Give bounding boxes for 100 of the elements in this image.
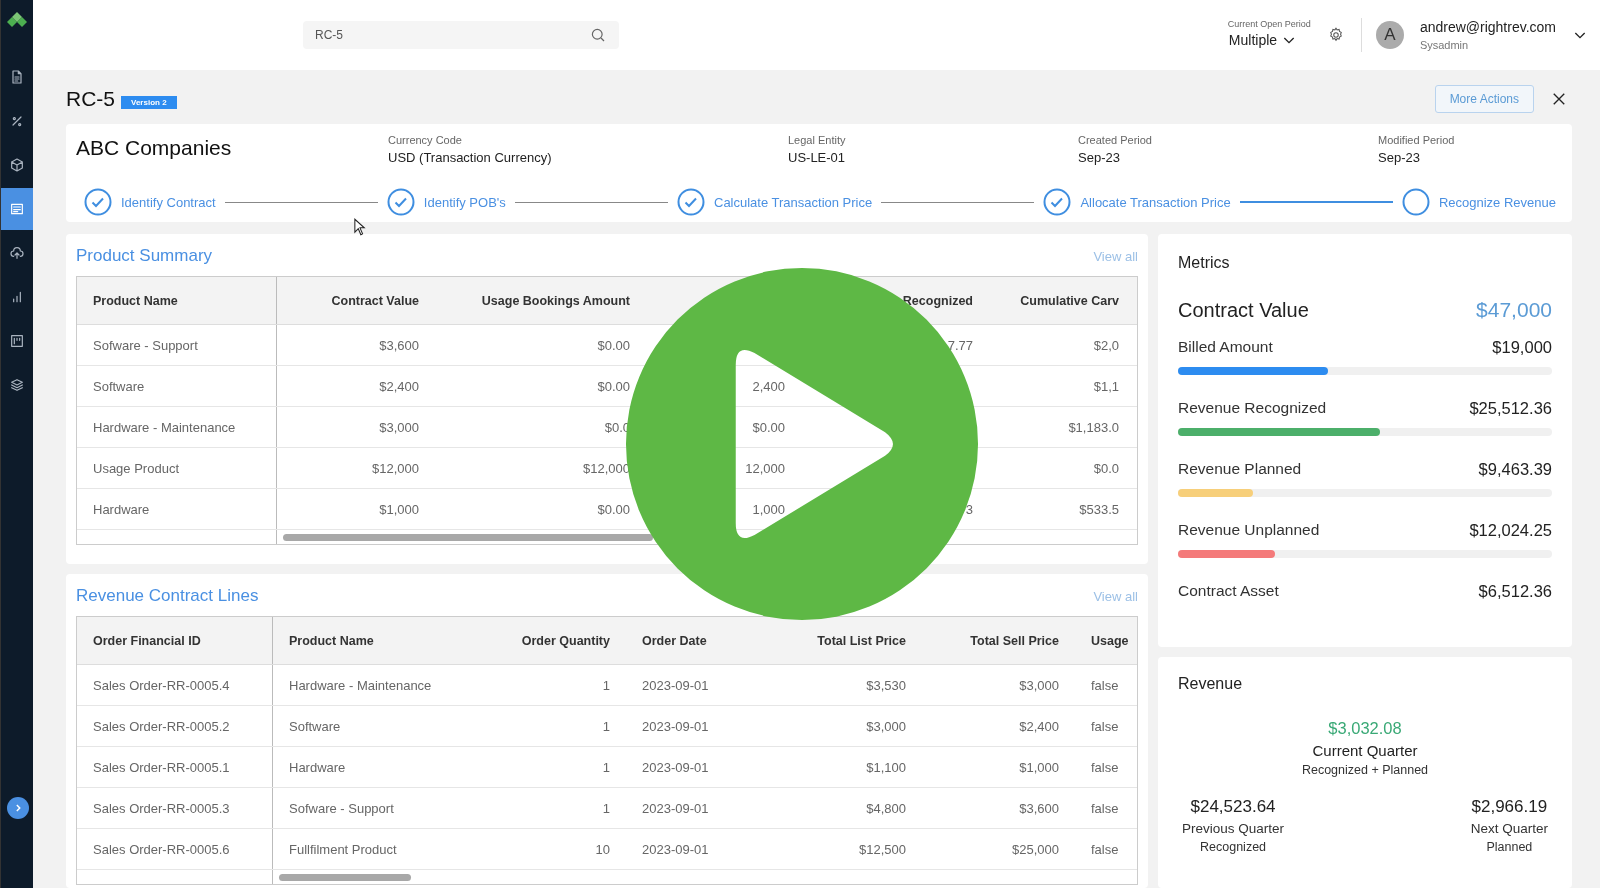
user-role: Sysadmin [1419,39,1470,51]
column-header: Usage [1091,633,1129,648]
column-header: Product Name [93,293,178,308]
table-cell: $3,000 [866,718,906,734]
period-dropdown[interactable]: Multiple [1224,29,1302,51]
card-icon [9,201,25,217]
cloud-upload-icon [9,245,25,261]
table-cell: 1 [602,677,610,693]
table-cell: Sales Order-RR-0005.3 [93,800,230,816]
table-cell: false [1091,841,1119,857]
table-cell: Sales Order-RR-0005.2 [93,718,230,734]
metric-value: $19,000 [1492,337,1552,357]
revenue-caption: Recognized + Planned [1301,763,1429,777]
metric-label: Revenue Unplanned [1178,521,1320,539]
table-cell: 1 [602,759,610,775]
field-value: USD (Transaction Currency) [388,150,553,165]
table-cell: $3,600 [379,337,419,353]
scrollbar[interactable] [279,873,411,881]
field-value: Sep-23 [1078,150,1121,165]
revenue-caption: Recognized [1200,840,1267,854]
card-title: Revenue [1178,675,1244,693]
table-cell: Sales Order-RR-0005.1 [93,759,230,775]
metric-value: $47,000 [1476,298,1552,322]
table-cell: $2,400 [1019,718,1059,734]
table-cell: $3,530 [866,677,906,693]
expand-button[interactable] [7,797,29,819]
view-all-link[interactable]: View all [1093,588,1138,604]
view-all-link[interactable]: View all [1093,248,1138,264]
step-label[interactable]: Calculate Transaction Price [714,194,873,210]
table-cell: $2,400 [379,378,419,394]
metric-label: Revenue Planned [1178,460,1302,478]
table-cell: 2,400 [752,378,785,394]
revenue-value: $24,523.64 [1190,797,1276,817]
table-cell: 7.77 [947,337,973,353]
section-title: Revenue Contract Lines [76,586,259,606]
column-header: Usage Bookings Amount [481,293,630,308]
column-header: Total Sell Price [970,633,1059,648]
table-cell: 2023-09-01 [642,718,709,734]
table-cell: 2023-09-01 [642,759,709,775]
table-cell: false [1091,800,1119,816]
table-cell: $1,000 [379,501,419,517]
table-cell: Fullfilment Product [289,841,397,857]
column-header: Order Date [642,633,707,648]
revenue-value: $2,966.19 [1471,797,1548,817]
more-actions-button[interactable]: More Actions [1434,85,1534,113]
user-email: andrew@rightrev.com [1419,19,1556,35]
scrollbar[interactable] [283,533,653,541]
table-cell: 2023-09-01 [642,841,709,857]
column-header: Order Quantity [521,633,610,648]
table-cell: $0.0 [1093,460,1119,476]
step-label[interactable]: Identify POB's [423,194,506,210]
field-label: Created Period [1078,134,1153,146]
table-cell: Hardware [289,759,346,775]
version-badge: Version 2 [121,95,177,109]
table-cell: Hardware [93,501,150,517]
step-label[interactable]: Recognize Revenue [1438,194,1556,210]
field-label: Currency Code [388,134,463,146]
search-icon [589,26,607,44]
table-cell: $1,1 [1093,378,1119,394]
table-cell: $1,000 [1019,759,1059,775]
table-cell: 10 [595,841,610,857]
metric-label: Revenue Recognized [1178,399,1327,417]
table-cell: false [1091,677,1119,693]
table-cell: 12,000 [745,460,785,476]
table-cell: $3,000 [379,419,419,435]
table-cell: false [1091,759,1119,775]
table-cell: $0.00 [597,501,630,517]
column-header: Total List Price [817,633,906,648]
revenue-caption: Planned [1486,840,1533,854]
table-cell: $12,500 [859,841,906,857]
column-header: Product Name [289,633,374,648]
revenue-label: Next Quarter [1470,821,1548,836]
step-label[interactable]: Allocate Transaction Price [1080,194,1231,210]
metric-value: $25,512.36 [1469,398,1552,418]
customer-name: ABC Companies [76,136,233,160]
table-cell: Hardware - Maintenance [289,677,432,693]
column-header: Order Financial ID [93,633,201,648]
metric-value: $9,463.39 [1478,459,1552,479]
table-cell: Usage Product [93,460,179,476]
table-cell: Sales Order-RR-0005.6 [93,841,230,857]
revenue-label: Current Quarter [1312,742,1418,759]
contract-id: RC-5 [66,87,115,111]
field-label: Legal Entity [788,134,847,146]
revenue-value: $3,032.08 [1328,719,1402,738]
table-cell: $25,000 [1012,841,1059,857]
section-title: Product Summary [76,246,213,266]
sidebar-item[interactable] [1,188,33,230]
table-cell: $0.00 [752,419,785,435]
search-field[interactable]: RC-5 [303,21,619,49]
table-cell: Hardware - Maintenance [93,419,236,435]
step-label[interactable]: Identify Contract [121,194,216,210]
revenue-label: Previous Quarter [1182,821,1285,836]
table-cell: $3,600 [1019,800,1059,816]
table-cell: $3,000 [1019,677,1059,693]
table-cell: $0.00 [597,337,630,353]
metric-value: $12,024.25 [1469,520,1552,540]
table-cell: Software [93,378,145,394]
field-label: Modified Period [1378,134,1455,146]
table-cell: false [1091,718,1119,734]
cube-icon [9,157,25,173]
